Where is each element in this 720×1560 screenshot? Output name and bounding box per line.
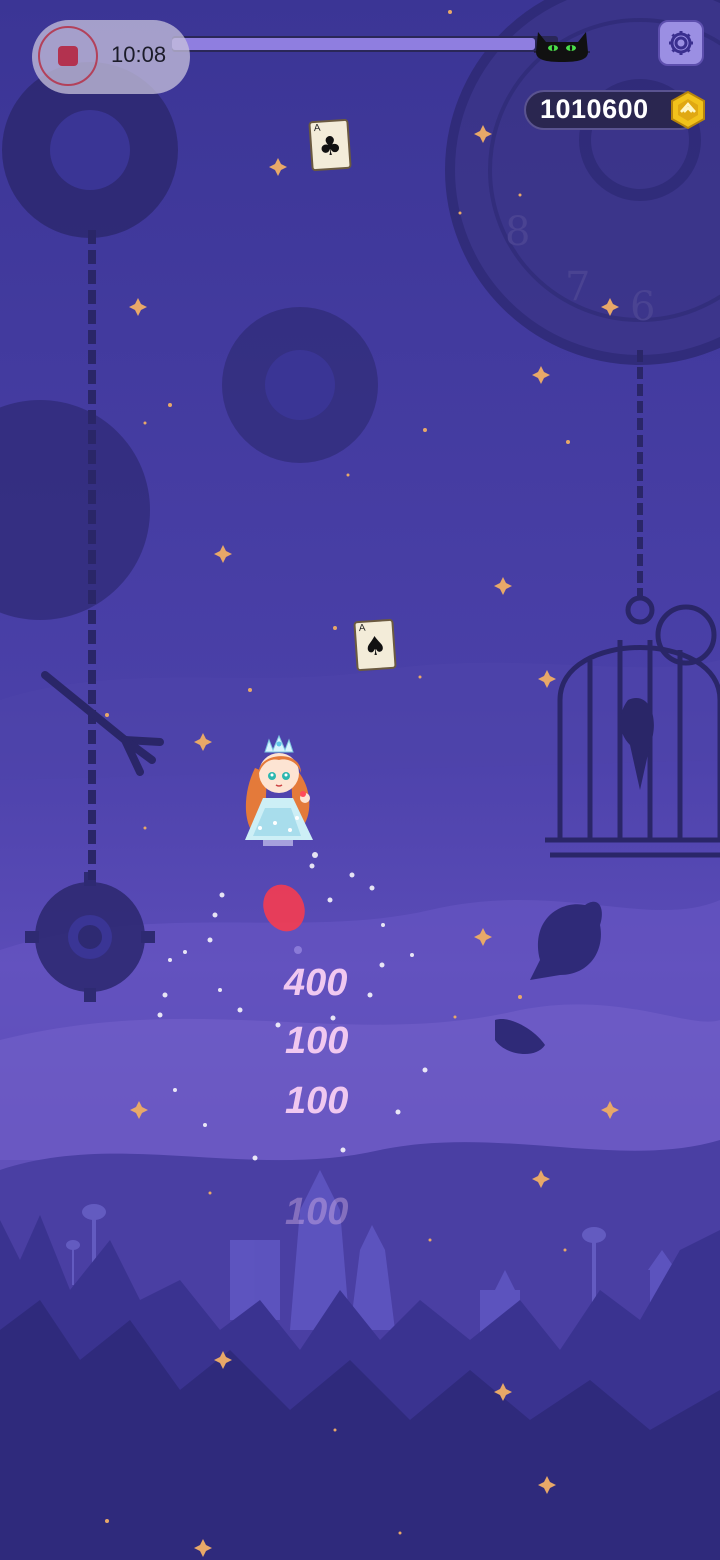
floating-score-100: 100 [285, 1020, 349, 1062]
stop-icon [58, 46, 78, 66]
game-stage[interactable]: 8 7 6 400 100 100 100 A ♣ A ♠ 10:08 1010… [0, 0, 720, 1560]
level-progress-bar [172, 36, 558, 52]
gear-icon [669, 31, 693, 55]
club-suit-icon: ♣ [317, 131, 343, 163]
black-cat-icon [534, 32, 590, 62]
spade-suit-icon: ♠ [362, 631, 388, 663]
screen-recording-indicator[interactable]: 10:08 [32, 20, 190, 94]
score-value: 1010600 [540, 94, 649, 124]
gold-coin-icon [671, 90, 705, 130]
floating-score-400: 400 [284, 962, 348, 1004]
playing-card-spades[interactable]: A ♠ [353, 618, 397, 672]
recording-time: 10:08 [111, 42, 167, 67]
floating-score-100-fading: 100 [285, 1191, 349, 1233]
princess-character [245, 734, 313, 846]
settings-button[interactable] [658, 20, 704, 66]
playing-card-clubs[interactable]: A ♣ [308, 118, 352, 172]
red-puff [263, 884, 305, 932]
floating-score-100: 100 [285, 1080, 349, 1122]
level-progress-fill [172, 38, 535, 50]
